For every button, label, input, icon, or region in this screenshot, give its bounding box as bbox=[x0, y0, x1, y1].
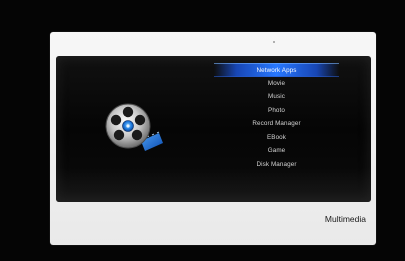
menu-item-music[interactable]: Music bbox=[214, 90, 339, 104]
multimedia-menu: Network Apps Movie Music Photo Record Ma… bbox=[214, 63, 339, 171]
menu-item-disk-manager[interactable]: Disk Manager bbox=[214, 158, 339, 172]
menu-item-record-manager[interactable]: Record Manager bbox=[214, 117, 339, 131]
menu-item-photo[interactable]: Photo bbox=[214, 104, 339, 118]
film-reel-icon bbox=[97, 97, 167, 159]
menu-item-network-apps[interactable]: Network Apps bbox=[214, 63, 339, 77]
menu-item-game[interactable]: Game bbox=[214, 144, 339, 158]
tv-frame: Network Apps Movie Music Photo Record Ma… bbox=[0, 0, 405, 261]
menu-stage: Network Apps Movie Music Photo Record Ma… bbox=[56, 56, 371, 202]
multimedia-panel: Network Apps Movie Music Photo Record Ma… bbox=[50, 32, 376, 245]
page-title: Multimedia bbox=[324, 214, 366, 224]
menu-item-ebook[interactable]: EBook bbox=[214, 131, 339, 145]
status-dot bbox=[273, 41, 275, 43]
menu-item-movie[interactable]: Movie bbox=[214, 77, 339, 91]
